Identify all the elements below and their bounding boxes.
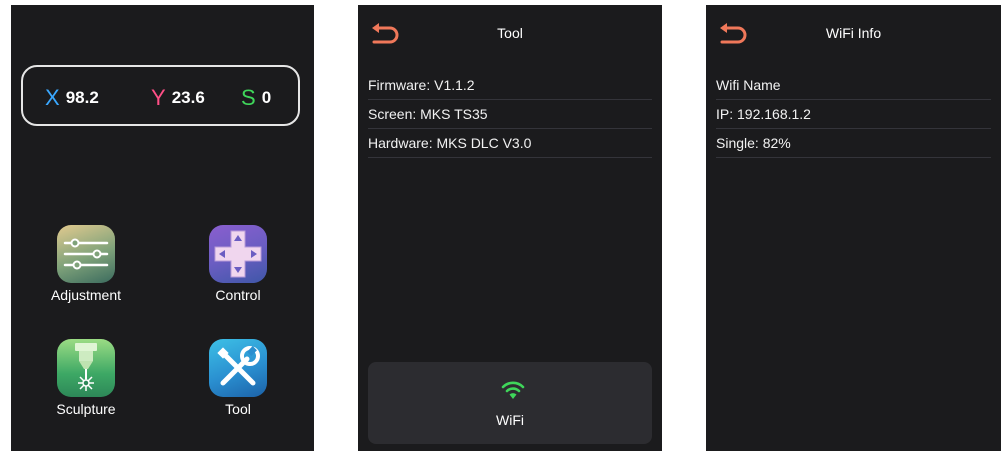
- wifi-name-row: Wifi Name: [716, 71, 991, 100]
- x-axis-value: 98.2: [65, 88, 99, 107]
- control-label: Control: [215, 287, 261, 303]
- hardware-row: Hardware: MKS DLC V3.0: [368, 129, 652, 158]
- tool-label: Tool: [225, 401, 251, 417]
- signal-row: Single: 82%: [716, 129, 991, 158]
- s-axis-letter: S: [241, 85, 256, 110]
- tool-screen: Tool Firmware: V1.1.2 Screen: MKS TS35 H…: [358, 5, 662, 451]
- y-axis-letter: Y: [151, 85, 166, 110]
- ip-address-row: IP: 192.168.1.2: [716, 100, 991, 129]
- wifi-icon: [501, 381, 525, 399]
- wifi-info-screen: WiFi Info Wifi Name IP: 192.168.1.2 Sing…: [706, 5, 1001, 451]
- s-coordinate: S0: [241, 85, 271, 111]
- page-title: Tool: [497, 25, 523, 41]
- wifi-info-header: WiFi Info: [706, 5, 1001, 57]
- adjustment-label: Adjustment: [50, 287, 122, 303]
- wrench-screwdriver-icon: [209, 339, 267, 397]
- y-coordinate: Y 23.6: [151, 85, 205, 111]
- wifi-label: WiFi: [496, 412, 524, 428]
- laser-engraver-icon: [57, 339, 115, 397]
- sculpture-label: Sculpture: [56, 401, 116, 417]
- tool-button[interactable]: Tool: [188, 339, 288, 417]
- y-axis-value: 23.6: [171, 88, 205, 107]
- home-screen: X 98.2 Y 23.6 S0 Adjustment Control Scul…: [11, 5, 314, 451]
- sculpture-button[interactable]: Sculpture: [36, 339, 136, 417]
- tool-header: Tool: [358, 5, 662, 57]
- page-title: WiFi Info: [825, 25, 882, 41]
- firmware-row: Firmware: V1.1.2: [368, 71, 652, 100]
- control-button[interactable]: Control: [188, 225, 288, 303]
- s-axis-value: 0: [261, 88, 272, 107]
- adjustment-button[interactable]: Adjustment: [36, 225, 136, 303]
- screen-row: Screen: MKS TS35: [368, 100, 652, 129]
- coordinates-panel: X 98.2 Y 23.6 S0: [21, 65, 300, 126]
- dpad-icon: [209, 225, 267, 283]
- x-axis-letter: X: [45, 85, 60, 110]
- sliders-icon: [57, 225, 115, 283]
- x-coordinate: X 98.2: [45, 85, 99, 111]
- wifi-button[interactable]: WiFi: [368, 362, 652, 444]
